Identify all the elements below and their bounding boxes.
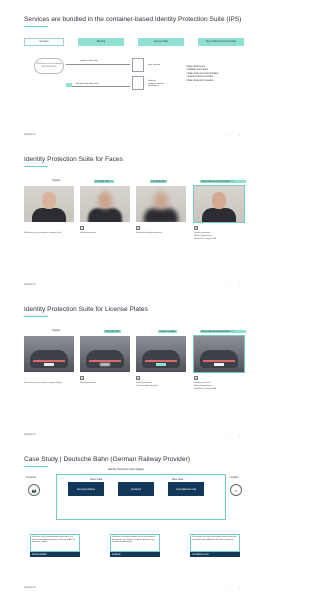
pill-services: Services <box>24 38 64 46</box>
slide-title: Identity Protection Suite for Faces <box>24 156 123 163</box>
caption-original: Not data privacy compliant (original fac… <box>24 232 62 234</box>
server-icon <box>132 58 144 72</box>
slide-license-plates: Identity Protection Suite for License Pl… <box>16 300 252 440</box>
car-image-original <box>24 336 74 372</box>
slide-footer: brighter AI <box>24 586 36 589</box>
face-image-original <box>24 186 74 222</box>
tag-deep-natural: Deep Natural Anonymization ™ <box>200 330 246 334</box>
number-box-2: 2 <box>136 226 140 230</box>
caption-full: Maximum identity protection <box>136 232 162 234</box>
number-box-1: 1 <box>80 226 84 230</box>
tag-original: Original <box>52 330 60 332</box>
title-underline <box>24 26 48 27</box>
number-box-1: 1 <box>80 376 84 380</box>
tag-precision-blur: Precision Blur ™ <box>94 180 115 184</box>
number-box-2: 2 <box>136 376 140 380</box>
diagram-title: Identity Protection Suite (Edge) <box>106 468 146 471</box>
slide-nav[interactable]: ‹ › <box>229 433 244 437</box>
tag-original: Original <box>52 180 60 182</box>
caption-custom: Identity protected Customizable branding <box>136 382 158 387</box>
face-image-precision-blur <box>80 186 130 222</box>
tag-custom-overlay: Custom overlay <box>158 330 177 334</box>
caption-precision: Identity protected <box>80 382 96 384</box>
pill-deep-natural-anonymization: Deep Natural Anonymization <box>198 38 244 46</box>
title-underline <box>24 166 48 167</box>
slide-footer: brighter AI <box>24 433 36 436</box>
label-original-video: original video data <box>80 60 98 62</box>
camera-icon: 📷 <box>28 484 40 496</box>
slide-title: Services are bundled in the container-ba… <box>24 16 242 23</box>
desc-tag-anonymization: Anonymization <box>30 552 80 557</box>
caption-precision: Identity protected <box>80 232 96 234</box>
label-insights: Insights <box>230 476 239 479</box>
slide-nav[interactable]: ‹ › <box>229 133 244 137</box>
caption-deep: Identity protected Natural appearance Su… <box>194 232 217 240</box>
slide-nav[interactable]: ‹ › <box>229 586 244 590</box>
pill-blurring: Blurring <box>78 38 124 46</box>
ips-cloud: IPS Device or On Premise (IPS SDK/PLS) <box>34 58 64 74</box>
label-video-data: Video Data <box>90 478 103 481</box>
slide-case-study: Case Study | Deutsche Bahn (German Railw… <box>16 450 252 593</box>
tag-full-body-blur: Full Body Blur <box>150 180 168 184</box>
label-cameras: Cameras <box>26 476 37 479</box>
desc-analysis: Selection of analysis models for the eva… <box>110 534 160 552</box>
slide-title: Case Study | Deutsche Bahn (German Railw… <box>24 456 190 463</box>
number-box-3: 3 <box>194 376 198 380</box>
caption-original: Not data privacy compliant (original pla… <box>24 382 63 384</box>
slide-services: Services are bundled in the container-ba… <box>16 10 252 140</box>
desc-compliance: Data points are saved with highest data … <box>190 534 240 552</box>
step-anonymization: Anonymization <box>68 482 104 496</box>
tag-precision-blur: Precision Blur <box>104 330 122 334</box>
benefit-item: Data protection insurance <box>186 80 218 83</box>
slide-footer: brighter AI <box>24 133 36 136</box>
pill-license-plate: License Plate <box>138 38 184 46</box>
desc-anonymization: Selection of the anonymization procedure… <box>30 534 80 552</box>
desc-tag-analysis: Analysis <box>110 552 160 557</box>
title-underline <box>24 466 48 467</box>
label-analytics: labeling analytics partner developers <box>148 80 165 88</box>
anonymized-chip-icon <box>66 83 72 87</box>
car-image-precision-blur <box>80 336 130 372</box>
face-image-deep-natural <box>193 185 245 223</box>
slide-faces: Identity Protection Suite for Faces Orig… <box>16 150 252 290</box>
car-image-deep-natural <box>193 335 245 373</box>
step-compliance-test: Compliance test <box>168 482 204 496</box>
arrow-original <box>66 64 130 65</box>
label-data-storage: data storage <box>148 64 161 66</box>
insights-icon: ⌕ <box>230 484 242 496</box>
car-image-custom-overlay <box>136 336 186 372</box>
title-underline <box>24 316 48 317</box>
benefits-list: Easy deployment Scalable and robust Stat… <box>186 66 218 83</box>
label-anonymized-video: Anonymized video data <box>76 83 99 85</box>
slide-footer: brighter AI <box>24 283 36 286</box>
face-image-full-blur <box>136 186 186 222</box>
desc-tag-compliance: Compliance test <box>190 552 240 557</box>
slide-nav[interactable]: ‹ › <box>229 283 244 287</box>
number-box-3: 3 <box>194 226 198 230</box>
step-analysis: Analysis <box>118 482 154 496</box>
caption-deep: Identity protected Natural appearance Su… <box>194 382 217 390</box>
label-meta-data: Meta data <box>172 478 184 481</box>
ips-edge-frame <box>56 474 226 520</box>
slide-title: Identity Protection Suite for License Pl… <box>24 306 148 313</box>
tag-deep-natural: Deep Natural Anonymization ™ <box>200 180 246 184</box>
users-icon <box>132 76 144 90</box>
arrow-anonymized <box>66 86 130 87</box>
